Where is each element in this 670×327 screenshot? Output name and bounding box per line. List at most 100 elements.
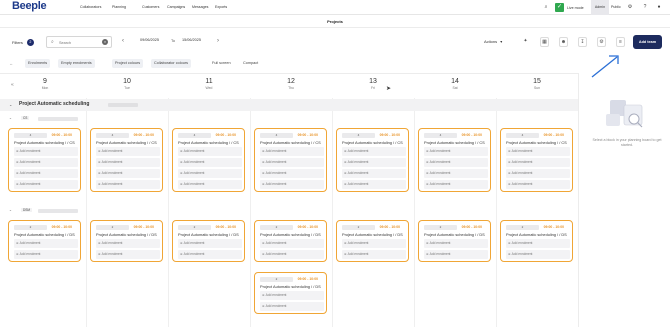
add-enrolment-button[interactable]: ⊕Add enrolment [178, 239, 242, 248]
user-icon[interactable]: ● [656, 4, 662, 10]
shift-card[interactable]: 2 09:00 - 10:00 Project Automatic scheduli… [254, 272, 327, 314]
nav-link-campaigns[interactable]: Campaigns [167, 5, 185, 9]
tab-compact[interactable]: Compact [240, 59, 261, 68]
project-row[interactable]: ⌄ Project Automatic scheduling [0, 99, 578, 111]
add-enrolment-button[interactable]: ⊕Add enrolment [260, 158, 324, 167]
search-input[interactable] [59, 39, 97, 46]
search-icon[interactable]: ⌕ [543, 4, 549, 10]
add-enrolment-button[interactable]: ⊕Add enrolment [260, 147, 324, 156]
add-enrolment-button[interactable]: ⊕Add enrolment [342, 158, 406, 167]
add-enrolment-button[interactable]: ⊕Add enrolment [424, 180, 488, 189]
add-enrolment-button[interactable]: ⊕Add enrolment [96, 239, 160, 248]
add-enrolment-button[interactable]: ⊕Add enrolment [96, 169, 160, 178]
nav-link-messages[interactable]: Messages [192, 5, 208, 9]
add-enrolment-button[interactable]: ⊕Add enrolment [506, 239, 570, 248]
add-enrolment-button[interactable]: ⊕Add enrolment [342, 169, 406, 178]
shift-card[interactable]: 4 09:00 - 10:00 Project Automatic scheduli… [418, 128, 491, 192]
actions-dropdown[interactable]: Actions ▾ [484, 36, 514, 48]
add-enrolment-button[interactable]: ⊕Add enrolment [96, 250, 160, 259]
shift-card[interactable]: 2 09:00 - 10:00 Project Automatic scheduli… [500, 220, 573, 262]
calendar-icon[interactable]: ▦ [540, 37, 549, 47]
shift-card[interactable]: 4 09:00 - 10:00 Project Automatic scheduli… [90, 128, 163, 192]
date-to-field[interactable]: 15/06/2025 [182, 38, 201, 42]
add-enrolment-button[interactable]: ⊕Add enrolment [424, 239, 488, 248]
add-enrolment-button[interactable]: ⊕Add enrolment [506, 250, 570, 259]
add-enrolment-button[interactable]: ⊕Add enrolment [178, 250, 242, 259]
add-enrolment-button[interactable]: ⊕Add enrolment [506, 169, 570, 178]
add-enrolment-button[interactable]: ⊕Add enrolment [506, 147, 570, 156]
person-icon[interactable]: ☻ [559, 37, 568, 47]
add-enrolment-button[interactable]: ⊕Add enrolment [260, 180, 324, 189]
magic-wand-icon[interactable]: ✦ [521, 37, 530, 47]
chevron-down-icon[interactable]: ⌄ [9, 102, 12, 107]
add-enrolment-button[interactable]: ⊕Add enrolment [424, 169, 488, 178]
add-enrolment-button[interactable]: ⊕Add enrolment [506, 180, 570, 189]
add-enrolment-button[interactable]: ⊕Add enrolment [424, 158, 488, 167]
add-enrolment-button[interactable]: ⊕Add enrolment [506, 158, 570, 167]
collapse-icon[interactable]: ↔ [9, 61, 13, 66]
add-enrolment-button[interactable]: ⊕Add enrolment [260, 250, 324, 259]
add-enrolment-button[interactable]: ⊕Add enrolment [342, 250, 406, 259]
gear-icon[interactable]: ⚙ [627, 4, 633, 10]
shift-card[interactable]: 2 09:00 - 10:00 Project Automatic scheduli… [172, 220, 245, 262]
chevron-down-icon[interactable]: ⌄ [9, 208, 12, 212]
shift-card[interactable]: 2 09:00 - 10:00 Project Automatic scheduli… [336, 220, 409, 262]
add-enrolment-button[interactable]: ⊕Add enrolment [178, 169, 242, 178]
add-enrolment-button[interactable]: ⊕Add enrolment [14, 158, 78, 167]
chevron-down-icon[interactable]: ⌄ [9, 116, 12, 120]
add-enrolment-button[interactable]: ⊕Add enrolment [342, 147, 406, 156]
shift-card[interactable]: 4 09:00 - 10:00 Project Automatic scheduli… [336, 128, 409, 192]
add-enrolment-button[interactable]: ⊕Add enrolment [342, 180, 406, 189]
filters-button[interactable]: Filters 2 [8, 36, 40, 49]
search-box[interactable]: ⌕ × [46, 36, 112, 48]
add-enrolment-button[interactable]: ⊕Add enrolment [96, 158, 160, 167]
shift-card[interactable]: 2 09:00 - 10:00 Project Automatic scheduli… [90, 220, 163, 262]
add-enrolment-button[interactable]: ⊕Add enrolment [14, 250, 78, 259]
tab-full-screen[interactable]: Full screen [209, 59, 234, 68]
add-enrolment-button[interactable]: ⊕Add enrolment [178, 147, 242, 156]
shift-card[interactable]: 2 09:00 - 10:00 Project Automatic scheduli… [418, 220, 491, 262]
nav-link-exports[interactable]: Exports [215, 5, 227, 9]
tab-empty-enrolments[interactable]: Empty enrolments [58, 59, 95, 68]
add-enrolment-button[interactable]: ⊕Add enrolment [260, 169, 324, 178]
add-enrolment-button[interactable]: ⊕Add enrolment [178, 180, 242, 189]
tab-project-colours[interactable]: Project colours [112, 59, 144, 68]
chevron-right-icon[interactable]: › [217, 38, 219, 44]
tab-collaborator-colours[interactable]: Collaborator colours [151, 59, 191, 68]
chevron-left-icon[interactable]: ‹ [122, 38, 124, 44]
shift-card[interactable]: 4 09:00 - 10:00 Project Automatic scheduli… [172, 128, 245, 192]
app-logo[interactable]: Beeple [12, 0, 47, 12]
shift-card[interactable]: 4 09:00 - 10:00 Project Automatic scheduli… [500, 128, 573, 192]
add-enrolment-button[interactable]: ⊕Add enrolment [178, 158, 242, 167]
add-enrolment-button[interactable]: ⊕Add enrolment [424, 250, 488, 259]
add-enrolment-button[interactable]: ⊕Add enrolment [342, 239, 406, 248]
add-enrolment-button[interactable]: ⊕Add enrolment [14, 180, 78, 189]
add-enrolment-button[interactable]: ⊕Add enrolment [96, 180, 160, 189]
add-enrolment-button[interactable]: ⊕Add enrolment [260, 239, 324, 248]
shift-card[interactable]: 2 09:00 - 10:00 Project Automatic scheduli… [254, 220, 327, 262]
shift-card[interactable]: 2 09:00 - 10:00 Project Automatic scheduli… [8, 220, 81, 262]
list-icon[interactable]: ≡ [616, 37, 625, 47]
add-enrolment-button[interactable]: ⊕Add enrolment [260, 291, 324, 300]
add-enrolment-button[interactable]: ⊕Add enrolment [14, 169, 78, 178]
live-mode-toggle[interactable]: ✓ Live mode [555, 3, 589, 12]
shift-card[interactable]: 4 09:00 - 10:00 Project Automatic scheduli… [8, 128, 81, 192]
tab-enrolments[interactable]: Enrolments [25, 59, 51, 68]
shift-card[interactable]: 4 09:00 - 10:00 Project Automatic scheduli… [254, 128, 327, 192]
nav-link-customers[interactable]: Customers [142, 5, 159, 9]
nav-link-collaborators[interactable]: Collaborators [80, 5, 101, 9]
date-from-field[interactable]: 09/06/2025 [140, 38, 159, 42]
add-enrolment-button[interactable]: ⊕Add enrolment [14, 147, 78, 156]
add-enrolment-button[interactable]: ⊕Add enrolment [14, 239, 78, 248]
download-icon[interactable]: ↧ [578, 37, 587, 47]
public-tab[interactable]: Public [611, 5, 621, 9]
add-team-button[interactable]: Add team [633, 35, 662, 49]
add-enrolment-button[interactable]: ⊕Add enrolment [260, 302, 324, 311]
add-enrolment-button[interactable]: ⊕Add enrolment [424, 147, 488, 156]
settings-icon[interactable]: ⚙ [597, 37, 606, 47]
nav-link-planning[interactable]: Planning [112, 5, 126, 9]
help-icon[interactable]: ? [642, 4, 648, 10]
add-enrolment-button[interactable]: ⊕Add enrolment [96, 147, 160, 156]
admin-tab[interactable]: Admin [591, 0, 609, 15]
clear-search-icon[interactable]: × [102, 39, 108, 45]
